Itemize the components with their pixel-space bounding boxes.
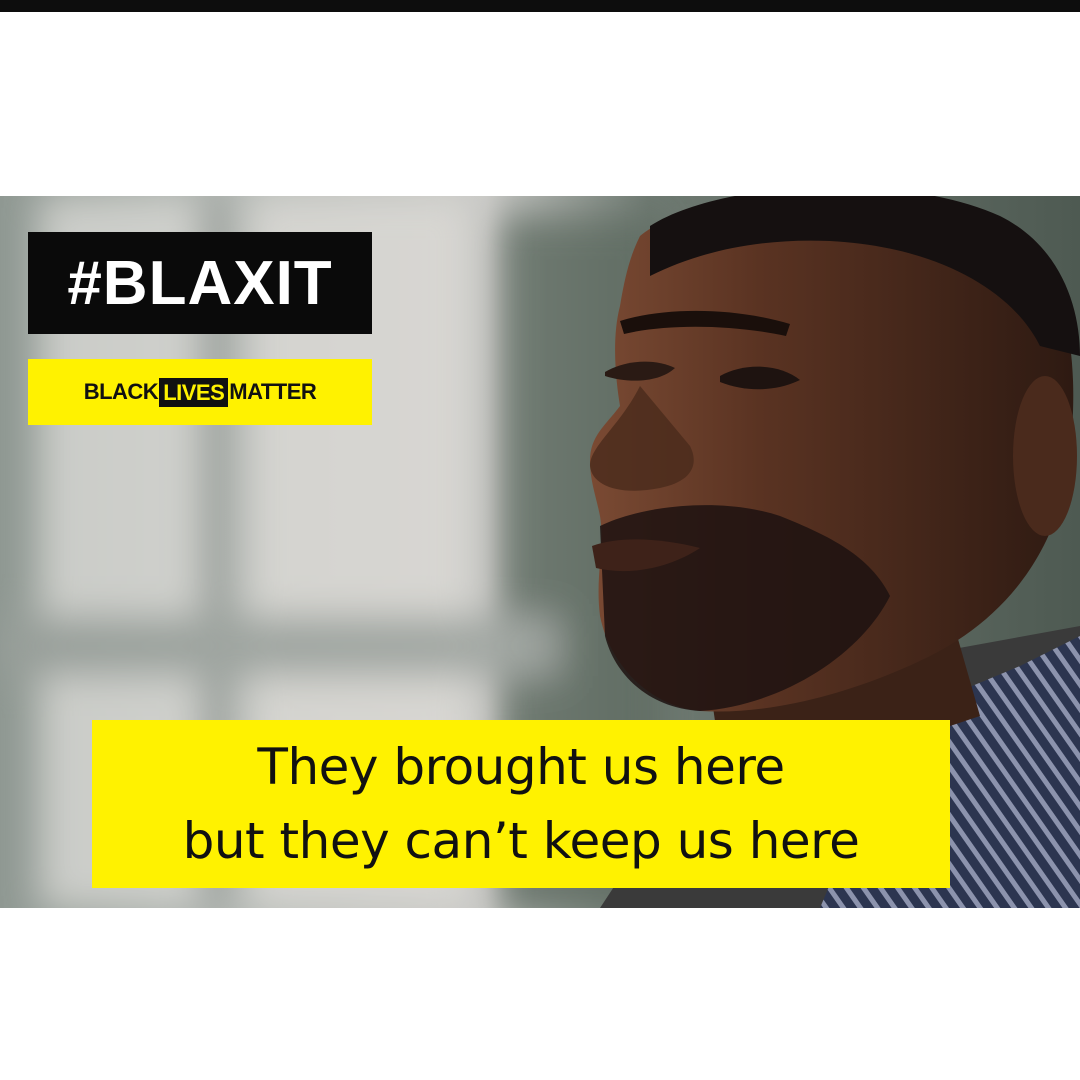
- hashtag-label: #BLAXIT: [28, 232, 372, 334]
- top-border: [0, 0, 1080, 12]
- black-lives-matter-badge: BLACK LIVES MATTER: [28, 359, 372, 425]
- badge-word-black: BLACK: [83, 379, 159, 404]
- caption-line-2: but they can’t keep us here: [182, 812, 860, 870]
- badge-word-matter: MATTER: [229, 379, 317, 404]
- caption-box: They brought us here but they can’t keep…: [92, 720, 950, 888]
- caption-line-1: They brought us here: [257, 738, 785, 796]
- meme-image: #BLAXIT BLACK LIVES MATTER They brought …: [0, 0, 1080, 1080]
- badge-word-lives: LIVES: [159, 377, 229, 407]
- portrait-photo: #BLAXIT BLACK LIVES MATTER They brought …: [0, 196, 1080, 908]
